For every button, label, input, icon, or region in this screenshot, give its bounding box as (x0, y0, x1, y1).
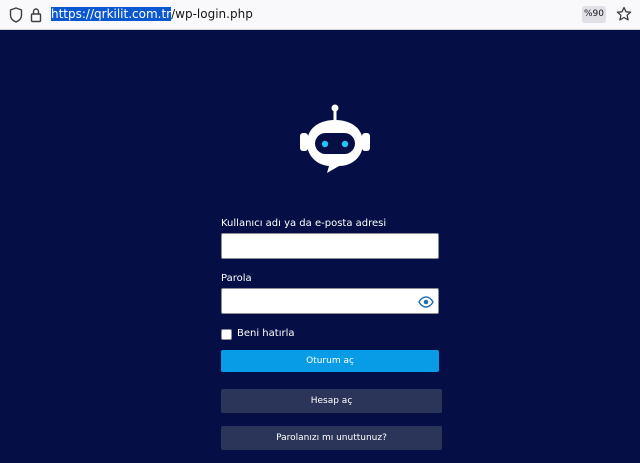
lost-password-button[interactable]: Parolanızı mı unuttunuz? (221, 426, 442, 450)
browser-url-bar[interactable]: https://qrkilit.com.tr/wp-login.php %90 (0, 0, 640, 30)
zoom-level-badge[interactable]: %90 (582, 6, 606, 23)
remember-me-checkbox[interactable] (221, 329, 232, 340)
register-button[interactable]: Hesap aç (221, 389, 442, 413)
eye-icon[interactable] (418, 296, 434, 308)
url-selected-part: https://qrkilit.com.tr (51, 7, 172, 21)
password-input[interactable] (221, 288, 439, 314)
robot-chat-logo[interactable] (297, 104, 373, 178)
login-submit-button[interactable]: Oturum aç (221, 350, 439, 372)
bookmark-star-icon[interactable] (616, 6, 632, 22)
username-input[interactable] (221, 233, 439, 259)
url-path-part: /wp-login.php (171, 7, 253, 21)
username-label: Kullanıcı adı ya da e-posta adresi (221, 218, 387, 229)
password-label: Parola (221, 273, 252, 284)
lock-icon[interactable] (30, 7, 42, 23)
remember-me-label[interactable]: Beni hatırla (237, 328, 295, 339)
shield-icon[interactable] (9, 7, 23, 23)
url-text[interactable]: https://qrkilit.com.tr/wp-login.php (51, 6, 253, 23)
